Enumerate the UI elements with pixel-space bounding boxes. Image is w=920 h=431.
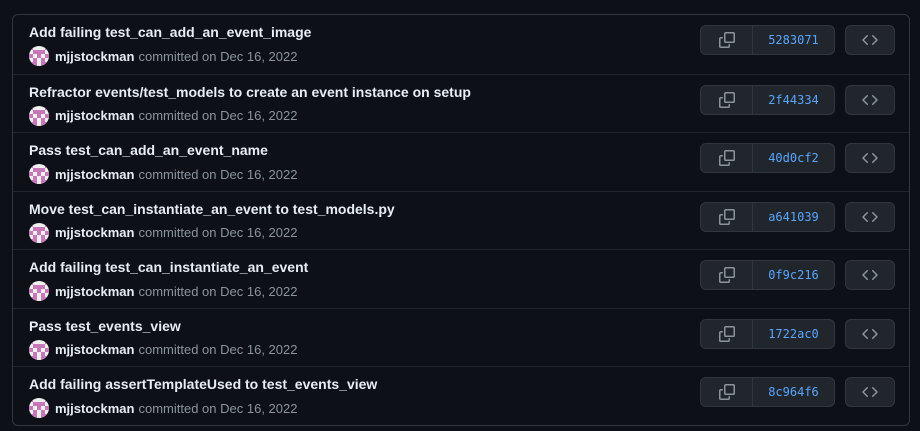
- commit-title[interactable]: Add failing test_can_add_an_event_image: [29, 24, 311, 40]
- commit-sha-group: 1722ac0: [700, 318, 835, 349]
- author-avatar[interactable]: [29, 105, 49, 126]
- commit-meta: mjjstockman committed on Dec 16, 2022: [29, 281, 297, 301]
- copy-sha-button[interactable]: [701, 261, 753, 289]
- commit-author[interactable]: mjjstockman: [55, 284, 134, 299]
- copy-sha-button[interactable]: [701, 319, 753, 348]
- browse-repository-button[interactable]: [845, 84, 895, 115]
- code-icon: [862, 269, 878, 281]
- commit-sha-link[interactable]: 8c964f6: [753, 378, 834, 406]
- copy-icon: [718, 384, 735, 400]
- copy-sha-button[interactable]: [701, 85, 753, 114]
- copy-icon: [718, 325, 735, 342]
- commit-author[interactable]: mjjstockman: [55, 108, 134, 123]
- commit-date: committed on Dec 16, 2022: [138, 225, 298, 240]
- commit-row: Add failing test_can_instantiate_an_even…: [13, 249, 909, 308]
- commit-date: committed on Dec 16, 2022: [138, 108, 298, 123]
- commit-list: Add failing test_can_add_an_event_image: [12, 14, 910, 426]
- commit-author[interactable]: mjjstockman: [55, 167, 134, 182]
- identicon-icon: [29, 281, 49, 301]
- commit-title[interactable]: Refractor events/test_models to create a…: [29, 84, 471, 100]
- browse-repository-button[interactable]: [845, 25, 895, 55]
- commit-sha-link[interactable]: 2f44334: [753, 86, 834, 114]
- browse-repository-button[interactable]: [845, 143, 895, 173]
- commit-row: Pass test_events_view mjjstockman commit…: [13, 307, 909, 367]
- copy-sha-button[interactable]: [701, 144, 753, 172]
- commit-meta: mjjstockman committed on Dec 16, 2022: [29, 339, 298, 360]
- commit-date: committed on Dec 16, 2022: [138, 342, 298, 357]
- author-avatar[interactable]: [29, 222, 49, 243]
- commit-sha-link[interactable]: 0f9c216: [753, 261, 834, 289]
- browse-repository-button[interactable]: [845, 318, 895, 349]
- code-icon: [862, 328, 878, 339]
- commit-author[interactable]: mjjstockman: [55, 342, 134, 357]
- commit-date: committed on Dec 16, 2022: [138, 48, 298, 64]
- commit-row: Move test_can_instantiate_an_event to te…: [13, 190, 909, 250]
- copy-icon: [718, 150, 735, 166]
- browse-repository-button[interactable]: [845, 260, 895, 290]
- commit-title[interactable]: Add failing test_can_instantiate_an_even…: [29, 259, 308, 275]
- copy-icon: [718, 267, 735, 283]
- identicon-icon: [29, 105, 49, 126]
- author-avatar[interactable]: [29, 164, 49, 184]
- commit-meta: mjjstockman committed on Dec 16, 2022: [29, 222, 298, 243]
- author-avatar[interactable]: [29, 339, 49, 360]
- commit-date: committed on Dec 16, 2022: [138, 400, 298, 416]
- commit-title[interactable]: Pass test_events_view: [29, 318, 181, 334]
- commit-meta: mjjstockman committed on Dec 16, 2022: [29, 105, 298, 126]
- author-avatar[interactable]: [29, 281, 49, 301]
- copy-icon: [718, 208, 735, 225]
- commit-sha-link[interactable]: 40d0cf2: [753, 144, 834, 172]
- browse-repository-button[interactable]: [845, 377, 895, 407]
- commit-meta: mjjstockman committed on Dec 16, 2022: [29, 164, 297, 184]
- identicon-icon: [29, 164, 49, 184]
- commit-author[interactable]: mjjstockman: [55, 225, 134, 240]
- code-icon: [862, 211, 878, 222]
- commit-sha-link[interactable]: a641039: [753, 203, 834, 231]
- author-avatar[interactable]: [29, 46, 49, 66]
- identicon-icon: [29, 46, 49, 66]
- commit-row: Add failing test_can_add_an_event_image: [13, 15, 909, 74]
- author-avatar[interactable]: [29, 398, 49, 418]
- browse-repository-button[interactable]: [845, 201, 895, 232]
- code-icon: [862, 152, 878, 164]
- commit-row: Pass test_can_add_an_event_name mjjstock…: [13, 132, 909, 191]
- commit-row: Refractor events/test_models to create a…: [13, 73, 909, 133]
- copy-sha-button[interactable]: [701, 378, 753, 406]
- copy-icon: [718, 91, 735, 108]
- commit-sha-link[interactable]: 1722ac0: [753, 320, 834, 348]
- commit-sha-group: 40d0cf2: [700, 143, 835, 173]
- commit-author[interactable]: mjjstockman: [55, 401, 134, 416]
- identicon-icon: [29, 222, 49, 243]
- commit-row: Add failing assertTemplateUsed to test_e…: [13, 366, 909, 425]
- commit-meta: mjjstockman committed on Dec 16, 2022: [29, 398, 297, 418]
- commit-title[interactable]: Move test_can_instantiate_an_event to te…: [29, 201, 395, 217]
- identicon-icon: [29, 339, 49, 360]
- commit-date: committed on Dec 16, 2022: [138, 166, 298, 182]
- commit-sha-group: 0f9c216: [700, 260, 835, 290]
- copy-sha-button[interactable]: [701, 202, 753, 231]
- commit-date: committed on Dec 16, 2022: [138, 283, 298, 299]
- code-icon: [862, 94, 878, 105]
- commit-title[interactable]: Add failing assertTemplateUsed to test_e…: [29, 376, 377, 392]
- copy-sha-button[interactable]: [701, 26, 753, 54]
- commit-sha-group: 8c964f6: [700, 377, 835, 407]
- commit-meta: mjjstockman committed on Dec 16, 2022: [29, 46, 297, 66]
- commit-sha-group: 5283071: [700, 25, 835, 55]
- commit-title[interactable]: Pass test_can_add_an_event_name: [29, 142, 268, 158]
- commit-sha-group: 2f44334: [700, 84, 835, 115]
- code-icon: [862, 34, 878, 46]
- identicon-icon: [29, 398, 49, 418]
- copy-icon: [718, 32, 735, 48]
- commit-author[interactable]: mjjstockman: [55, 49, 134, 64]
- commit-sha-link[interactable]: 5283071: [753, 26, 834, 54]
- commit-sha-group: a641039: [700, 201, 835, 232]
- code-icon: [862, 386, 878, 398]
